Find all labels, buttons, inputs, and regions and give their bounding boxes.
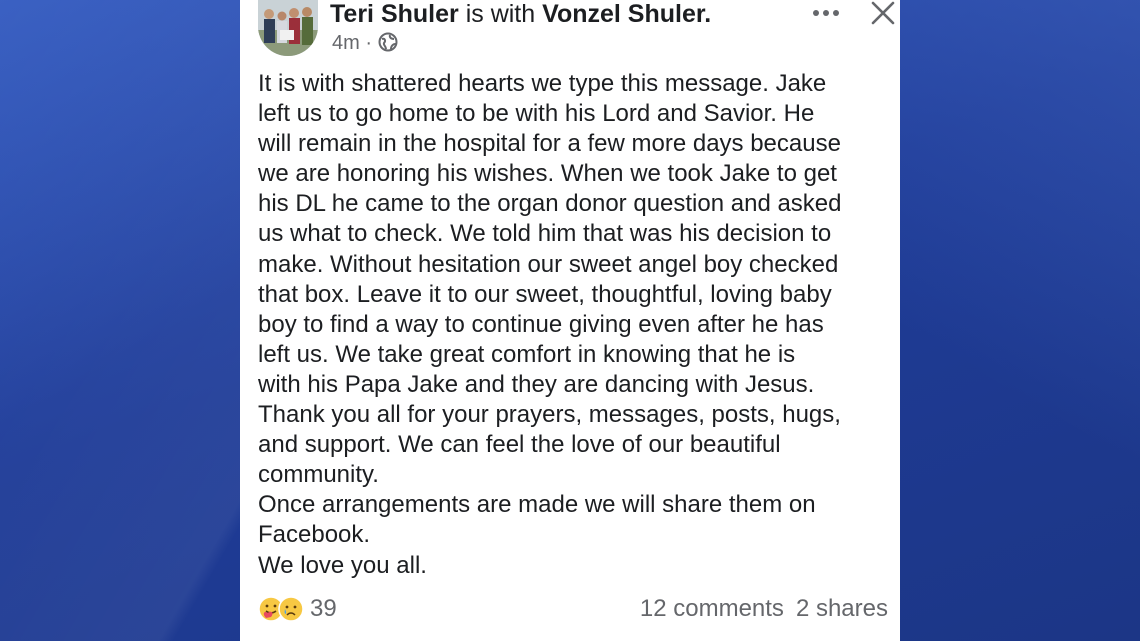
post-text-line: we are honoring his wishes. When we took… xyxy=(258,160,837,188)
more-dots-icon xyxy=(813,10,839,16)
post-text-line: Thank you all for your prayers, messages… xyxy=(258,401,841,429)
globe-icon xyxy=(378,32,398,54)
post-text-line: us what to check. We told him that was h… xyxy=(258,220,832,248)
post-header: Teri Shuler is with Vonzel Shuler. 4m · xyxy=(258,0,895,60)
avatar[interactable] xyxy=(258,0,318,56)
post-author-line: Teri Shuler is with Vonzel Shuler. xyxy=(330,0,711,28)
engagement-counts: 12 comments 2 shares xyxy=(640,596,888,622)
meta-separator: · xyxy=(365,32,373,54)
post-text-line: Once arrangements are made we will share… xyxy=(258,491,816,519)
author-name[interactable]: Teri Shuler xyxy=(330,0,459,28)
with-text: is with xyxy=(465,0,536,28)
post-footer: 39 12 comments 2 shares xyxy=(258,592,888,626)
more-options-button[interactable] xyxy=(806,0,846,26)
post-text-line: Facebook. xyxy=(258,521,371,549)
post-body: It is with shattered hearts we type this… xyxy=(258,69,888,581)
post-time[interactable]: 4m xyxy=(332,32,360,54)
sad-reaction-icon xyxy=(278,596,304,622)
facebook-post-card: Teri Shuler is with Vonzel Shuler. 4m · xyxy=(240,0,900,641)
post-text-line: community. xyxy=(258,461,379,489)
reactions-summary[interactable]: 39 xyxy=(258,595,337,622)
post-text-line: boy to find a way to continue giving eve… xyxy=(258,310,824,338)
post-text-line: and support. We can feel the love of our… xyxy=(258,431,781,459)
comments-link[interactable]: 12 comments xyxy=(640,595,784,622)
post-text-line: his DL he came to the organ donor questi… xyxy=(258,190,842,218)
post-meta: 4m · xyxy=(332,30,398,56)
close-icon xyxy=(871,1,895,25)
post-text-line: that box. Leave it to our sweet, thought… xyxy=(258,280,832,308)
post-text-line: We love you all. xyxy=(258,551,427,579)
post-text-line: with his Papa Jake and they are dancing … xyxy=(258,370,815,398)
post-text-line: make. Without hesitation our sweet angel… xyxy=(258,250,839,278)
post-text-line: left us to go home to be with his Lord a… xyxy=(258,100,815,128)
post-text-line: It is with shattered hearts we type this… xyxy=(258,70,827,97)
shares-link[interactable]: 2 shares xyxy=(796,595,888,622)
post-text-line: will remain in the hospital for a few mo… xyxy=(258,130,841,158)
tagged-name[interactable]: Vonzel Shuler. xyxy=(542,0,711,28)
reaction-count: 39 xyxy=(310,595,337,622)
post-text-line: left us. We take great comfort in knowin… xyxy=(258,340,796,368)
close-button[interactable] xyxy=(868,0,898,26)
